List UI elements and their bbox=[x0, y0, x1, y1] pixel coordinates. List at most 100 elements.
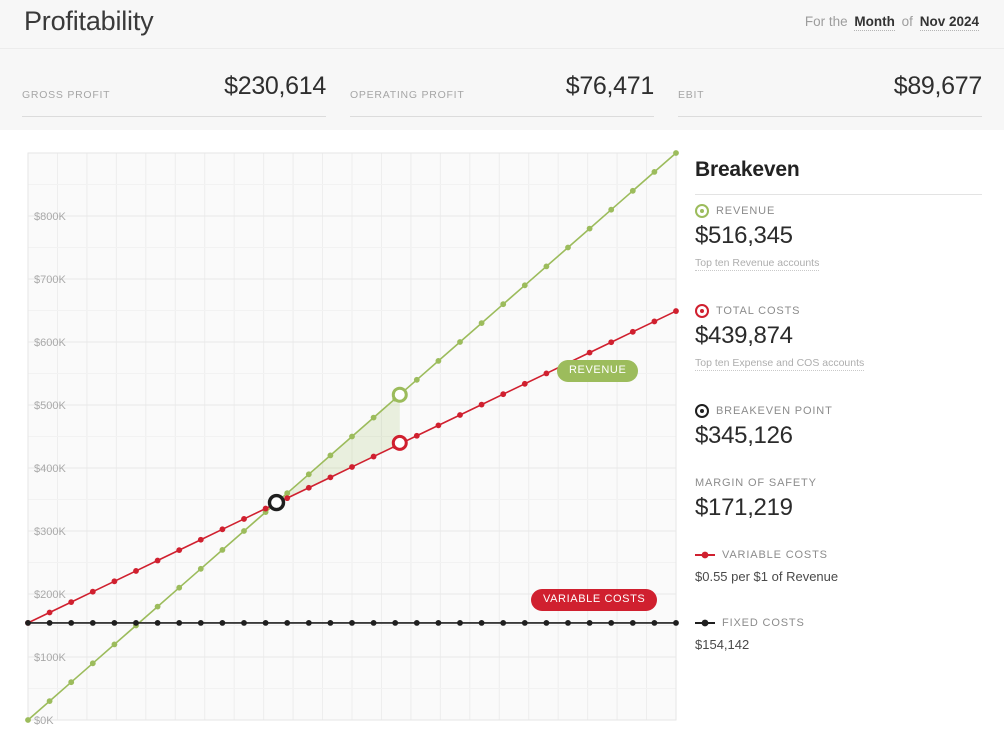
series-point bbox=[349, 619, 355, 626]
series-point bbox=[46, 619, 53, 626]
series-point bbox=[608, 339, 615, 346]
metric-total-costs: TOTAL COSTS $439,874 Top ten Expense and… bbox=[695, 304, 985, 371]
legend-fixed-costs-note: $154,142 bbox=[695, 637, 750, 652]
series-point bbox=[89, 660, 96, 667]
series-point bbox=[305, 471, 312, 478]
panel-title: Breakeven bbox=[695, 158, 800, 181]
chart-pill-revenue[interactable]: REVENUE bbox=[557, 360, 639, 382]
series-point bbox=[284, 490, 291, 497]
series-point bbox=[435, 422, 442, 429]
link-top-ten-revenue-accounts[interactable]: Top ten Revenue accounts bbox=[695, 257, 820, 271]
series-point bbox=[500, 301, 507, 308]
total-costs-marker-icon bbox=[695, 304, 709, 318]
breakeven-marker[interactable] bbox=[267, 493, 286, 512]
page-title: Profitability bbox=[24, 6, 154, 36]
y-axis-tick-label: $800K bbox=[34, 211, 66, 223]
series-point bbox=[651, 619, 658, 626]
series-point bbox=[219, 526, 226, 533]
series-point bbox=[413, 619, 420, 626]
series-point bbox=[478, 320, 485, 326]
kpi-operating-profit-label: OPERATING PROFIT bbox=[350, 89, 465, 101]
highlight-marker-revenue[interactable] bbox=[391, 386, 408, 403]
series-point bbox=[241, 528, 247, 534]
variable-costs-line-icon bbox=[695, 551, 715, 559]
series-point bbox=[543, 619, 550, 626]
series-point bbox=[176, 547, 183, 554]
metric-breakeven-point: BREAKEVEN POINT $345,126 bbox=[695, 404, 985, 448]
series-point bbox=[651, 169, 658, 175]
series-point bbox=[673, 619, 679, 626]
series-point bbox=[457, 412, 463, 418]
period-prefix-label: For the bbox=[804, 14, 848, 29]
series-point bbox=[176, 584, 183, 591]
series-point bbox=[133, 619, 139, 626]
y-axis-tick-label: $600K bbox=[34, 337, 66, 349]
breakeven-panel: Breakeven REVENUE $516,345 Top ten Reven… bbox=[684, 130, 1004, 734]
series-point bbox=[241, 516, 247, 522]
series-point bbox=[629, 187, 636, 194]
series-point bbox=[435, 619, 442, 626]
series-point bbox=[305, 484, 312, 491]
series-point bbox=[262, 619, 269, 626]
metric-total-costs-value: $439,874 bbox=[695, 322, 793, 349]
period-range-select[interactable]: Month bbox=[854, 14, 895, 31]
series-point bbox=[608, 619, 615, 626]
y-axis-tick-label: $200K bbox=[34, 589, 66, 601]
kpi-ebit: EBIT $89,677 bbox=[678, 67, 982, 117]
series-point bbox=[586, 619, 593, 626]
kpi-gross-profit: GROSS PROFIT $230,614 bbox=[22, 67, 326, 117]
panel-divider bbox=[695, 194, 982, 195]
series-point bbox=[68, 599, 75, 606]
metric-breakeven-point-label: BREAKEVEN POINT bbox=[716, 405, 833, 417]
series-point bbox=[89, 619, 96, 626]
series-point bbox=[284, 495, 291, 502]
series-point bbox=[68, 619, 75, 626]
period-date-select[interactable]: Nov 2024 bbox=[919, 14, 979, 31]
series-point bbox=[327, 452, 334, 459]
series-point bbox=[629, 328, 636, 335]
series-point bbox=[68, 679, 75, 686]
series-point bbox=[435, 358, 442, 364]
kpi-gross-profit-label: GROSS PROFIT bbox=[22, 89, 111, 101]
series-point bbox=[111, 641, 118, 648]
metric-revenue-value: $516,345 bbox=[695, 222, 793, 249]
series-point bbox=[111, 619, 118, 626]
y-axis-tick-label: $300K bbox=[34, 526, 66, 538]
legend-fixed-costs-label: FIXED COSTS bbox=[722, 617, 805, 629]
y-axis-tick-label: $400K bbox=[34, 463, 66, 475]
series-point bbox=[197, 619, 204, 626]
legend-fixed-costs: FIXED COSTS $154,142 bbox=[695, 616, 985, 652]
series-point bbox=[154, 603, 161, 610]
series-point bbox=[500, 391, 507, 398]
series-point bbox=[521, 380, 528, 387]
series-point bbox=[457, 339, 463, 345]
series-point bbox=[197, 565, 204, 572]
series-point bbox=[241, 619, 247, 626]
series-point bbox=[111, 578, 118, 585]
page-body: $0K $100K $200K $300K $400K $500K $600K $700K $8… bbox=[0, 130, 1004, 734]
series-point bbox=[392, 619, 399, 626]
series-point bbox=[521, 282, 528, 289]
series-point bbox=[89, 588, 96, 595]
series-point bbox=[133, 568, 139, 574]
breakeven-chart-svg: $0K $100K $200K $300K $400K $500K $600K $700K $8… bbox=[25, 150, 679, 727]
chart-pill-variable-costs[interactable]: VARIABLE COSTS bbox=[531, 589, 658, 611]
series-point bbox=[673, 150, 679, 156]
series-point bbox=[565, 619, 571, 626]
profitability-page: Profitability For the Month of Nov 2024 … bbox=[0, 0, 1004, 734]
series-point bbox=[457, 619, 463, 626]
kpi-strip: GROSS PROFIT $230,614 OPERATING PROFIT $… bbox=[0, 48, 1004, 130]
metric-margin-of-safety: MARGIN OF SAFETY $171,219 bbox=[695, 476, 985, 520]
series-point bbox=[586, 349, 593, 356]
kpi-operating-profit: OPERATING PROFIT $76,471 bbox=[350, 67, 654, 117]
series-point bbox=[651, 318, 658, 325]
highlight-marker-variable-costs[interactable] bbox=[391, 434, 408, 451]
metric-total-costs-label: TOTAL COSTS bbox=[716, 305, 801, 317]
series-point bbox=[500, 619, 507, 626]
series-point bbox=[305, 619, 312, 626]
series-point bbox=[25, 619, 31, 626]
series-point bbox=[154, 619, 161, 626]
link-top-ten-expense-accounts[interactable]: Top ten Expense and COS accounts bbox=[695, 357, 865, 371]
metric-breakeven-point-value: $345,126 bbox=[695, 422, 793, 449]
kpi-ebit-label: EBIT bbox=[678, 89, 705, 101]
